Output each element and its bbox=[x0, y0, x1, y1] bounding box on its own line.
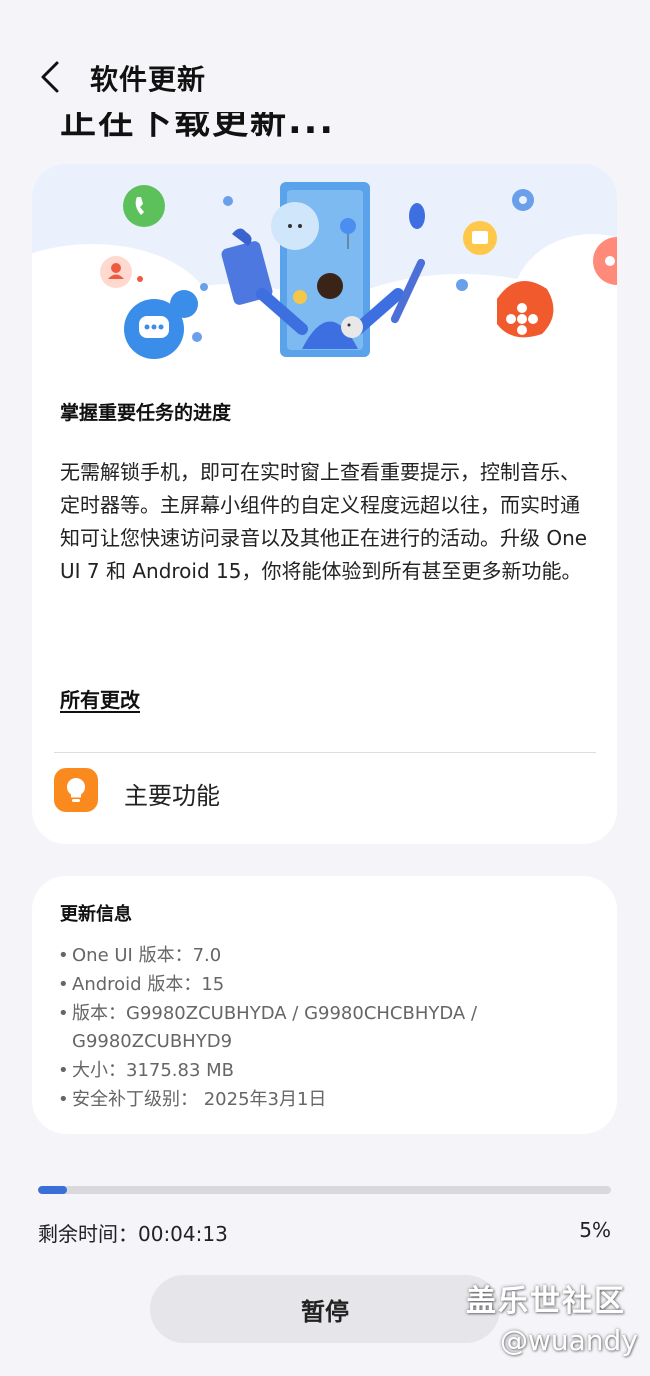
one-ui-version: One UI 版本：7.0 bbox=[58, 942, 598, 970]
all-changes-link[interactable]: 所有更改 bbox=[60, 684, 140, 713]
release-notes-card: 掌握重要任务的进度 无需解锁手机，即可在实时窗上查看重要提示，控制音乐、定时器等… bbox=[32, 164, 617, 844]
download-size: 大小：3175.83 MB bbox=[58, 1057, 598, 1085]
build-version: 版本：G9980ZCUBHYDA / G9980CHCBHYDA / G9980… bbox=[58, 1000, 598, 1056]
page-title: 软件更新 bbox=[90, 63, 207, 96]
pause-button[interactable]: 暂停 bbox=[150, 1275, 500, 1343]
chevron-left-icon bbox=[41, 61, 59, 93]
watermark-community: 盖乐世社区 bbox=[466, 1284, 626, 1319]
status-heading-container: 正在下载更新... bbox=[0, 112, 650, 150]
remaining-time: 剩余时间：00:04:13 bbox=[38, 1222, 228, 1246]
download-progress-fill bbox=[38, 1186, 67, 1194]
progress-percent: 5% bbox=[579, 1218, 611, 1242]
update-info-card: 更新信息 One UI 版本：7.0 Android 版本：15 版本：G998… bbox=[32, 876, 617, 1134]
divider bbox=[54, 752, 596, 753]
download-status-heading: 正在下载更新... bbox=[60, 112, 336, 142]
yellow-app-icon bbox=[472, 231, 488, 244]
phone-app-icon bbox=[123, 185, 165, 227]
feature-illustration bbox=[32, 164, 617, 394]
update-info-list: One UI 版本：7.0 Android 版本：15 版本：G9980ZCUB… bbox=[58, 942, 598, 1115]
feature-description: 无需解锁手机，即可在实时窗上查看重要提示，控制音乐、定时器等。主屏幕小组件的自定… bbox=[60, 460, 588, 583]
lightbulb-icon bbox=[54, 768, 98, 812]
android-version: Android 版本：15 bbox=[58, 971, 598, 999]
illustration-banner bbox=[32, 164, 617, 394]
watermark-handle: @wuandy bbox=[500, 1324, 638, 1357]
feature-heading: 掌握重要任务的进度 bbox=[60, 402, 232, 424]
update-info-title: 更新信息 bbox=[60, 904, 132, 925]
app-header: 软件更新 bbox=[0, 0, 650, 112]
main-features-label: 主要功能 bbox=[124, 782, 220, 810]
back-button[interactable] bbox=[30, 55, 70, 99]
main-features-row[interactable]: 主要功能 bbox=[32, 754, 617, 844]
download-progress-bar bbox=[38, 1186, 611, 1194]
security-patch-level: 安全补丁级别： 2025年3月1日 bbox=[58, 1086, 598, 1114]
